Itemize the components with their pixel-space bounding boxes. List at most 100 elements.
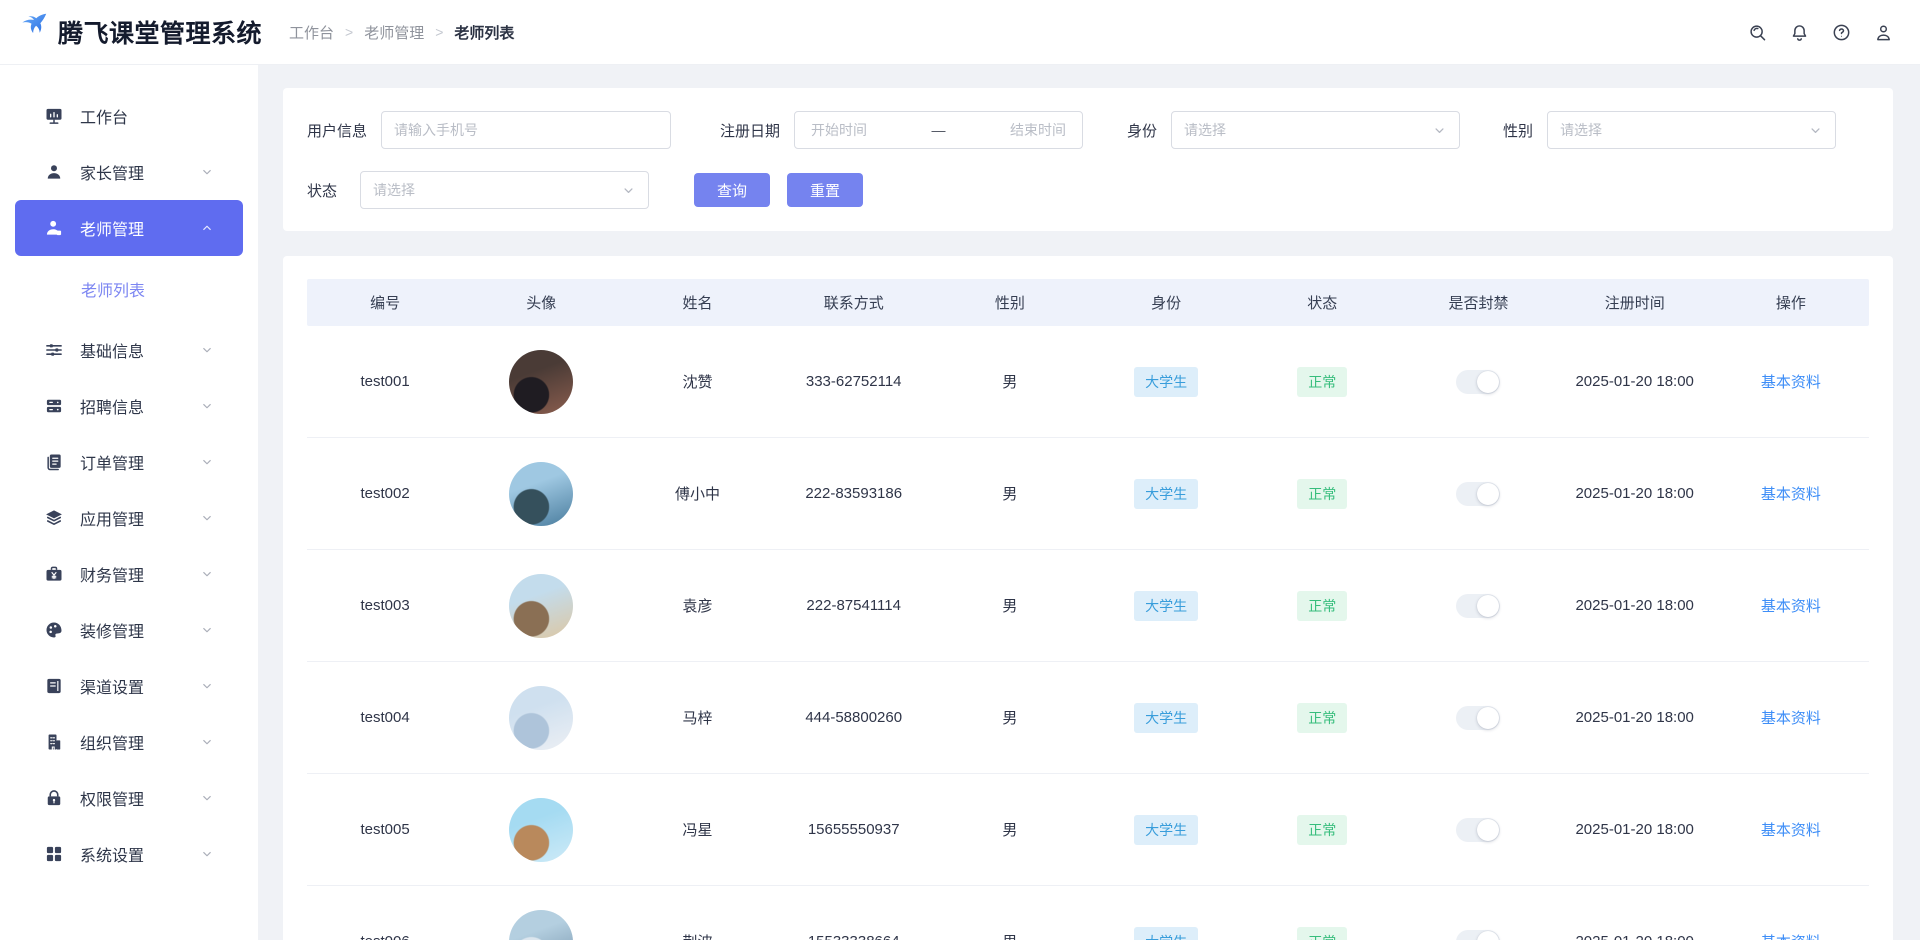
breadcrumb-item-teacher-list: 老师列表 xyxy=(454,22,514,43)
chevron-down-icon xyxy=(621,183,636,198)
cell-id: test006 xyxy=(307,933,463,940)
toggle-knob xyxy=(1477,595,1499,617)
bell-icon[interactable] xyxy=(1789,22,1810,43)
chevron-down-icon xyxy=(200,679,214,693)
search-icon[interactable] xyxy=(1747,22,1768,43)
user-icon[interactable] xyxy=(1873,22,1894,43)
chevron-down-icon xyxy=(200,511,214,525)
header-actions xyxy=(1747,22,1920,43)
cell-gender: 男 xyxy=(932,371,1088,392)
ban-toggle[interactable] xyxy=(1456,818,1500,842)
cell-avatar xyxy=(463,350,619,414)
profile-link[interactable]: 基本资料 xyxy=(1761,371,1821,392)
sidebar-item-basic-info[interactable]: 基础信息 xyxy=(0,322,258,378)
identity-select[interactable]: 请选择 xyxy=(1171,111,1460,149)
column-header-7: 是否封禁 xyxy=(1400,292,1556,313)
sidebar-item-parents[interactable]: 家长管理 xyxy=(0,144,258,200)
profile-link[interactable]: 基本资料 xyxy=(1761,707,1821,728)
column-header-4: 性别 xyxy=(932,292,1088,313)
cell-avatar xyxy=(463,462,619,526)
column-header-6: 状态 xyxy=(1244,292,1400,313)
cell-contact: 444-58800260 xyxy=(776,709,932,726)
table-row: test005 冯星 15655550937 男 大学生 正常 2025-01-… xyxy=(307,774,1869,886)
ban-toggle[interactable] xyxy=(1456,930,1500,940)
sidebar-item-channels[interactable]: 渠道设置 xyxy=(0,658,258,714)
cell-name: 沈赞 xyxy=(619,371,775,392)
ban-toggle[interactable] xyxy=(1456,706,1500,730)
help-icon[interactable] xyxy=(1831,22,1852,43)
cell-name: 傅小中 xyxy=(619,483,775,504)
breadcrumb: 工作台 > 老师管理 > 老师列表 xyxy=(289,22,514,43)
ban-toggle[interactable] xyxy=(1456,594,1500,618)
avatar xyxy=(509,686,573,750)
sidebar-item-permissions[interactable]: 权限管理 xyxy=(0,770,258,826)
chevron-down-icon xyxy=(1808,123,1823,138)
breadcrumb-item-teacher-management[interactable]: 老师管理 xyxy=(364,22,424,43)
sidebar-subitem-teacher-list[interactable]: 老师列表 xyxy=(0,256,258,322)
sidebar-item-finance[interactable]: 财务管理 xyxy=(0,546,258,602)
sidebar-item-settings[interactable]: 系统设置 xyxy=(0,826,258,882)
avatar xyxy=(509,910,573,940)
gender-select[interactable]: 请选择 xyxy=(1547,111,1836,149)
gender-label: 性别 xyxy=(1503,120,1533,141)
table-row: test004 马梓 444-58800260 男 大学生 正常 2025-01… xyxy=(307,662,1869,774)
toggle-knob xyxy=(1477,819,1499,841)
breadcrumb-item-workbench[interactable]: 工作台 xyxy=(289,22,334,43)
user-info-label: 用户信息 xyxy=(307,120,367,141)
cell-name: 马梓 xyxy=(619,707,775,728)
app-header: 腾飞课堂管理系统 工作台 > 老师管理 > 老师列表 xyxy=(0,0,1920,65)
cell-contact: 15655550937 xyxy=(776,821,932,838)
search-button[interactable]: 查询 xyxy=(694,173,770,207)
date-range-picker[interactable]: 开始时间 — 结束时间 xyxy=(794,111,1083,149)
parent-icon xyxy=(44,162,64,182)
status-badge: 正常 xyxy=(1297,703,1347,733)
profile-link[interactable]: 基本资料 xyxy=(1761,931,1821,940)
column-header-0: 编号 xyxy=(307,292,463,313)
avatar xyxy=(509,574,573,638)
table-row: test001 沈赞 333-62752114 男 大学生 正常 2025-01… xyxy=(307,326,1869,438)
status-select[interactable]: 请选择 xyxy=(360,171,649,209)
lock-icon xyxy=(44,788,64,808)
identity-badge: 大学生 xyxy=(1134,703,1198,733)
status-label: 状态 xyxy=(307,180,337,201)
main-content: 用户信息 注册日期 开始时间 — 结束时间 身份 请选择 性别 请选择 状态 请… xyxy=(258,65,1920,940)
chevron-down-icon xyxy=(200,791,214,805)
cell-avatar xyxy=(463,574,619,638)
grid-icon xyxy=(44,844,64,864)
ban-toggle[interactable] xyxy=(1456,370,1500,394)
status-badge: 正常 xyxy=(1297,479,1347,509)
date-separator: — xyxy=(932,122,946,138)
palette-icon xyxy=(44,620,64,640)
finance-icon xyxy=(44,564,64,584)
sidebar-item-recruitment[interactable]: 招聘信息 xyxy=(0,378,258,434)
ban-toggle[interactable] xyxy=(1456,482,1500,506)
cell-name: 袁彦 xyxy=(619,595,775,616)
phone-input[interactable] xyxy=(381,111,671,149)
chevron-down-icon xyxy=(200,735,214,749)
status-badge: 正常 xyxy=(1297,927,1347,940)
toggle-knob xyxy=(1477,371,1499,393)
chevron-down-icon xyxy=(200,343,214,357)
sidebar-item-decoration[interactable]: 装修管理 xyxy=(0,602,258,658)
profile-link[interactable]: 基本资料 xyxy=(1761,483,1821,504)
profile-link[interactable]: 基本资料 xyxy=(1761,595,1821,616)
toggle-knob xyxy=(1477,931,1499,940)
sidebar-item-applications[interactable]: 应用管理 xyxy=(0,490,258,546)
teacher-icon xyxy=(44,218,64,238)
profile-link[interactable]: 基本资料 xyxy=(1761,819,1821,840)
dashboard-icon xyxy=(44,106,64,126)
sidebar-item-organization[interactable]: 组织管理 xyxy=(0,714,258,770)
cell-register-time: 2025-01-20 18:00 xyxy=(1557,373,1713,390)
cell-id: test004 xyxy=(307,709,463,726)
layers-icon xyxy=(44,508,64,528)
avatar xyxy=(509,798,573,862)
cell-avatar xyxy=(463,798,619,862)
identity-badge: 大学生 xyxy=(1134,479,1198,509)
end-time-placeholder: 结束时间 xyxy=(1010,120,1066,140)
chevron-down-icon xyxy=(200,455,214,469)
cell-avatar xyxy=(463,686,619,750)
sidebar-item-teachers[interactable]: 老师管理 xyxy=(15,200,243,256)
sidebar-item-orders[interactable]: 订单管理 xyxy=(0,434,258,490)
reset-button[interactable]: 重置 xyxy=(787,173,863,207)
sidebar-item-workbench[interactable]: 工作台 xyxy=(0,88,258,144)
